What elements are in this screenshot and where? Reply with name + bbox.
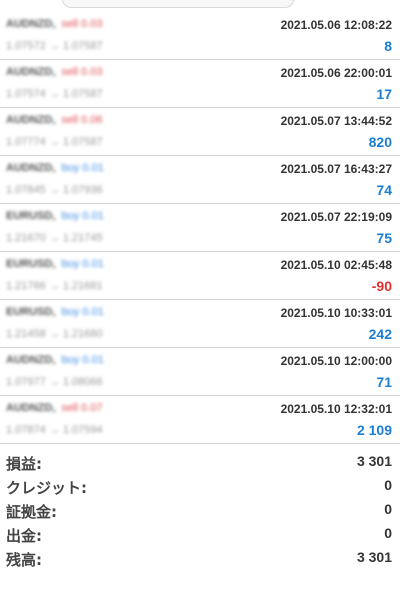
trade-row[interactable]: EURUSD, buy 0.01 1.21766 → 1.21681 2021.0…: [0, 252, 400, 300]
trade-row[interactable]: EURUSD, buy 0.01 1.21670 → 1.21745 2021.0…: [0, 204, 400, 252]
trade-symbol: EURUSD, buy 0.01: [6, 210, 104, 222]
symbol-label: EURUSD,: [6, 306, 56, 318]
trade-row[interactable]: AUDNZD, buy 0.01 1.07845 → 1.07936 2021.0…: [0, 156, 400, 204]
trade-profit: 820: [368, 134, 392, 150]
summary-label: 証拠金:: [6, 503, 57, 521]
trade-profit: 8: [384, 38, 392, 54]
summary-label: 出金:: [6, 527, 42, 545]
trade-profit: 242: [368, 326, 392, 342]
trade-time: 2021.05.10 12:00:00: [280, 354, 392, 368]
summary-value: 0: [384, 501, 392, 517]
direction-label: buy 0.01: [61, 258, 104, 270]
trade-symbol: EURUSD, buy 0.01: [6, 306, 104, 318]
symbol-label: AUDNZD,: [6, 114, 56, 126]
trade-row[interactable]: EURUSD, buy 0.01 1.21458 → 1.21680 2021.0…: [0, 300, 400, 348]
summary-row-balance: 残高: 3 301: [0, 546, 400, 570]
trade-row[interactable]: AUDNZD, buy 0.01 1.07977 → 1.08066 2021.0…: [0, 348, 400, 396]
direction-label: buy 0.01: [61, 210, 104, 222]
summary-value: 0: [384, 525, 392, 541]
summary-value: 3 301: [356, 453, 392, 469]
direction-label: sell 0.03: [61, 18, 103, 30]
account-summary: 損益: 3 301 クレジット: 0 証拠金: 0 出金: 0 残高: 3 30…: [0, 450, 400, 570]
trade-profit: 75: [376, 230, 392, 246]
trade-time: 2021.05.07 22:19:09: [280, 210, 392, 224]
trade-time: 2021.05.07 16:43:27: [280, 162, 392, 176]
symbol-label: AUDNZD,: [6, 162, 56, 174]
symbol-label: EURUSD,: [6, 210, 56, 222]
summary-value: 3 301: [356, 549, 392, 565]
trade-prices: 1.07574 → 1.07587: [6, 88, 103, 100]
trade-symbol: AUDNZD, sell 0.07: [6, 402, 102, 414]
symbol-label: AUDNZD,: [6, 354, 56, 366]
trade-row[interactable]: AUDNZD, sell 0.07 1.07874 → 1.07594 2021.…: [0, 396, 400, 444]
trade-prices: 1.21458 → 1.21680: [6, 328, 103, 340]
trade-prices: 1.21766 → 1.21681: [6, 280, 103, 292]
trade-symbol: AUDNZD, buy 0.01: [6, 162, 104, 174]
top-tab-bar: [0, 0, 400, 12]
summary-value: 0: [384, 477, 392, 493]
direction-label: buy 0.01: [61, 306, 104, 318]
tab-edge[interactable]: [62, 0, 294, 8]
trade-row[interactable]: AUDNZD, sell 0.03 1.07572 → 1.07587 2021.…: [0, 12, 400, 60]
trade-prices: 1.07845 → 1.07936: [6, 184, 103, 196]
summary-row-withdrawal: 出金: 0: [0, 522, 400, 546]
summary-label: 残高:: [6, 551, 42, 569]
trade-prices: 1.07874 → 1.07594: [6, 424, 103, 436]
trade-row[interactable]: AUDNZD, sell 0.06 1.07774 → 1.07587 2021.…: [0, 108, 400, 156]
trade-time: 2021.05.10 02:45:48: [280, 258, 392, 272]
trade-profit: 17: [376, 86, 392, 102]
trade-time: 2021.05.10 10:33:01: [280, 306, 392, 320]
direction-label: sell 0.03: [61, 66, 103, 78]
trade-prices: 1.07774 → 1.07587: [6, 136, 103, 148]
trade-profit: 2 109: [356, 422, 392, 438]
trade-time: 2021.05.07 13:44:52: [280, 114, 392, 128]
trade-profit: -90: [371, 278, 392, 294]
symbol-label: AUDNZD,: [6, 402, 56, 414]
symbol-label: AUDNZD,: [6, 18, 56, 30]
trade-row[interactable]: AUDNZD, sell 0.03 1.07574 → 1.07587 2021.…: [0, 60, 400, 108]
trade-prices: 1.21670 → 1.21745: [6, 232, 103, 244]
trade-profit: 74: [376, 182, 392, 198]
summary-row-profit: 損益: 3 301: [0, 450, 400, 474]
trade-symbol: EURUSD, buy 0.01: [6, 258, 104, 270]
summary-label: 損益:: [6, 455, 42, 473]
trade-history-screen: AUDNZD, sell 0.03 1.07572 → 1.07587 2021.…: [0, 0, 400, 600]
trade-symbol: AUDNZD, buy 0.01: [6, 354, 104, 366]
summary-label: クレジット:: [6, 479, 87, 497]
summary-row-deposit: 証拠金: 0: [0, 498, 400, 522]
summary-row-credit: クレジット: 0: [0, 474, 400, 498]
symbol-label: AUDNZD,: [6, 66, 56, 78]
trade-prices: 1.07572 → 1.07587: [6, 40, 103, 52]
trade-symbol: AUDNZD, sell 0.03: [6, 18, 102, 30]
trade-time: 2021.05.06 22:00:01: [280, 66, 392, 80]
trade-profit: 71: [376, 374, 392, 390]
direction-label: buy 0.01: [61, 354, 104, 366]
trade-prices: 1.07977 → 1.08066: [6, 376, 103, 388]
trade-time: 2021.05.10 12:32:01: [280, 402, 392, 416]
trade-symbol: AUDNZD, sell 0.06: [6, 114, 102, 126]
direction-label: sell 0.07: [61, 402, 103, 414]
direction-label: sell 0.06: [61, 114, 103, 126]
symbol-label: EURUSD,: [6, 258, 56, 270]
trade-list: AUDNZD, sell 0.03 1.07572 → 1.07587 2021.…: [0, 12, 400, 444]
trade-time: 2021.05.06 12:08:22: [280, 18, 392, 32]
trade-symbol: AUDNZD, sell 0.03: [6, 66, 102, 78]
direction-label: buy 0.01: [61, 162, 104, 174]
